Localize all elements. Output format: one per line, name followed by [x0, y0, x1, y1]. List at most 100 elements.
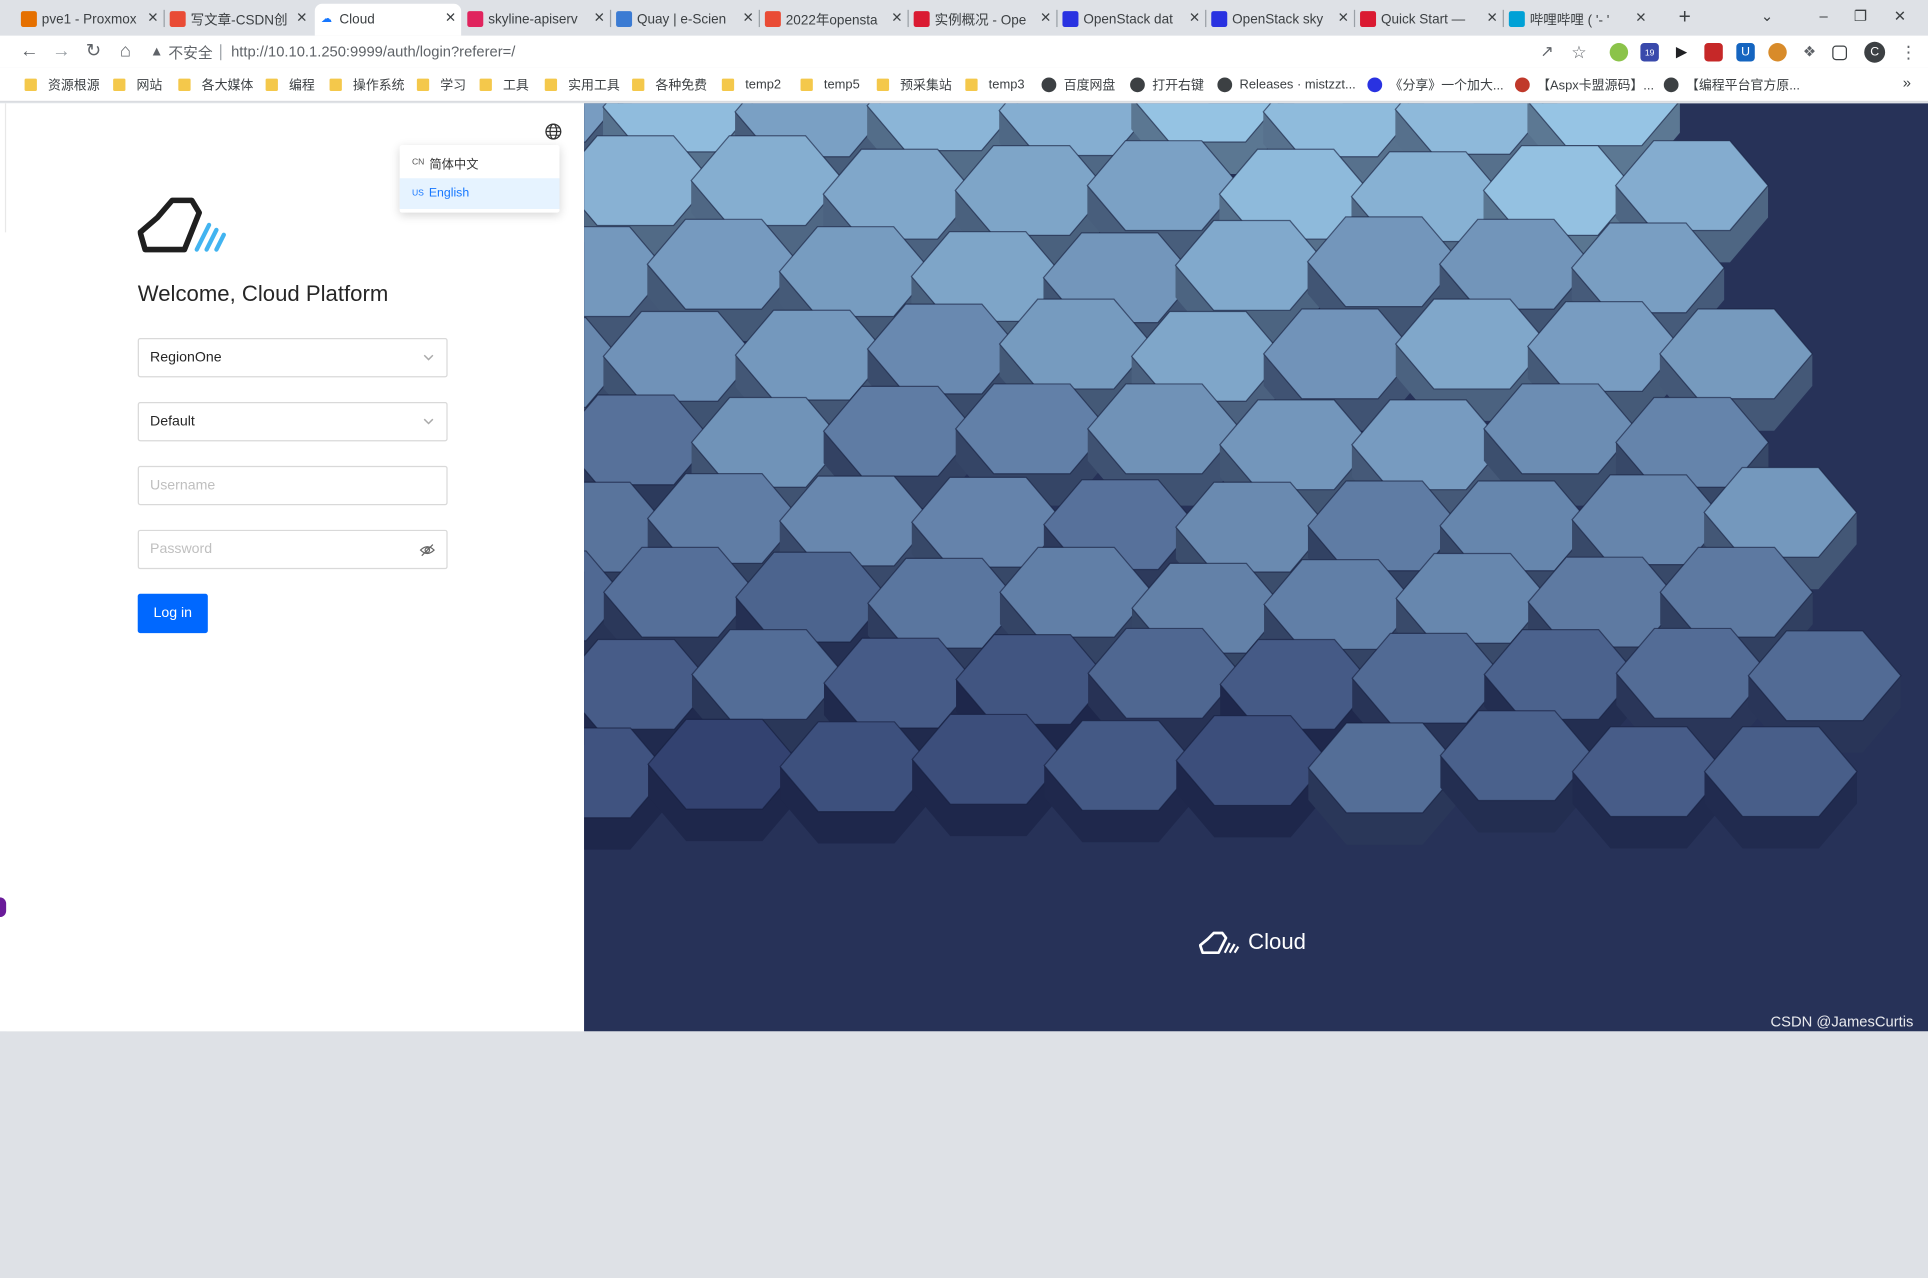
- bookmark-label: temp3: [988, 77, 1025, 93]
- tab-bar: pve1 - Proxmox ✕ 写文章-CSDN创 ✕ ☁ Cloud ✕ skyline-…: [0, 0, 1928, 36]
- bookmark-item[interactable]: 编程: [265, 75, 315, 95]
- bookmark-item[interactable]: temp5: [800, 75, 860, 95]
- tab-title: pve1 - Proxmox: [41, 12, 137, 28]
- close-tab-icon[interactable]: ✕: [1189, 11, 1200, 27]
- back-icon[interactable]: ←: [17, 39, 42, 64]
- bookmark-item[interactable]: 百度网盘: [1041, 75, 1115, 95]
- browser-tab[interactable]: OpenStack sky ✕: [1208, 4, 1354, 36]
- close-tab-icon[interactable]: ✕: [1486, 11, 1497, 27]
- bookmark-label: 工具: [502, 78, 529, 93]
- close-tab-icon[interactable]: ✕: [1635, 11, 1646, 27]
- domain-select[interactable]: Default: [137, 401, 448, 442]
- username-input[interactable]: Username: [137, 465, 448, 506]
- browser-tab[interactable]: 2022年opensta ✕: [761, 4, 907, 36]
- reload-icon[interactable]: ↻: [81, 39, 106, 64]
- bookmark-item[interactable]: 工具: [479, 75, 529, 95]
- folder-icon: [24, 78, 37, 91]
- close-window-icon[interactable]: ✕: [1881, 4, 1918, 29]
- tab-search-icon[interactable]: ⌄: [1749, 4, 1786, 29]
- browser-tab[interactable]: 哔哩哔哩 ( '- ' ✕: [1505, 4, 1651, 36]
- tab-separator: [609, 9, 612, 28]
- language-dropdown: CN 简体中文 US English: [399, 145, 560, 213]
- bookmark-item[interactable]: temp3: [965, 75, 1025, 95]
- browser-tab[interactable]: OpenStack dat ✕: [1059, 4, 1205, 36]
- language-globe-icon[interactable]: [545, 123, 562, 140]
- password-placeholder: Password: [150, 542, 213, 557]
- bookmark-label: 《分享》一个加大...: [1389, 78, 1504, 93]
- browser-tab[interactable]: 写文章-CSDN创 ✕: [166, 4, 312, 36]
- share-icon[interactable]: ↗: [1535, 39, 1560, 64]
- bookmark-item[interactable]: 学习: [416, 75, 466, 95]
- bookmark-item[interactable]: 打开右键: [1130, 75, 1204, 95]
- tab-title: Quay | e-Scien: [636, 12, 727, 28]
- tab-title: 写文章-CSDN创: [190, 13, 288, 29]
- new-tab-button[interactable]: +: [1672, 5, 1697, 30]
- bookmark-item[interactable]: 各大媒体: [178, 75, 253, 95]
- close-tab-icon[interactable]: ✕: [1040, 11, 1051, 27]
- bookmark-item[interactable]: 操作系统: [329, 75, 405, 95]
- tab-separator: [1502, 9, 1504, 28]
- minimize-icon[interactable]: –: [1805, 4, 1842, 29]
- profile-avatar[interactable]: C: [1864, 41, 1886, 63]
- close-tab-icon[interactable]: ✕: [296, 11, 307, 27]
- puzzle-icon[interactable]: ❖: [1800, 43, 1818, 61]
- sidepanel-icon[interactable]: [1832, 45, 1848, 61]
- folder-icon: [113, 78, 126, 91]
- baidu-icon: [1062, 11, 1079, 28]
- url-text[interactable]: http://10.10.1.250:9999/auth/login?refer…: [231, 43, 515, 60]
- folder-icon: [800, 78, 813, 91]
- bookmark-star-icon[interactable]: ☆: [1567, 39, 1592, 64]
- eye-invisible-icon[interactable]: [419, 542, 435, 558]
- play-icon[interactable]: ▶: [1672, 43, 1690, 61]
- close-tab-icon[interactable]: ✕: [147, 11, 158, 27]
- close-tab-icon[interactable]: ✕: [594, 11, 605, 27]
- insecure-label: 不安全: [168, 43, 213, 61]
- menu-icon[interactable]: ⋮: [1896, 39, 1921, 64]
- bookmark-item[interactable]: 实用工具: [544, 75, 620, 95]
- extension-badge-icon[interactable]: 19: [1640, 43, 1659, 62]
- bookmark-item[interactable]: 《分享》一个加大...: [1367, 75, 1504, 95]
- browser-tab[interactable]: 实例概况 - Ope ✕: [910, 4, 1056, 36]
- bookmark-item[interactable]: 【编程平台官方原...: [1663, 75, 1800, 95]
- browser-tab[interactable]: pve1 - Proxmox ✕: [17, 4, 163, 36]
- folder-icon: [632, 78, 645, 91]
- home-icon[interactable]: ⌂: [113, 39, 138, 64]
- language-code: CN: [411, 158, 425, 168]
- close-tab-icon[interactable]: ✕: [445, 11, 456, 27]
- cookie-icon[interactable]: [1768, 43, 1787, 62]
- bookmark-item[interactable]: 各种免费: [632, 75, 707, 95]
- close-tab-icon[interactable]: ✕: [1338, 11, 1349, 27]
- tab-title: 2022年opensta: [785, 13, 878, 29]
- close-tab-icon[interactable]: ✕: [891, 11, 902, 27]
- restore-icon[interactable]: ❐: [1842, 4, 1879, 29]
- bookmark-item[interactable]: Releases · mistzzt...: [1217, 75, 1356, 95]
- cloud-logo-icon: [137, 197, 226, 253]
- bookmarks-overflow-icon[interactable]: »: [1903, 74, 1911, 91]
- tab-separator: [1205, 9, 1207, 28]
- browser-tab[interactable]: skyline-apiserv ✕: [464, 4, 610, 36]
- login-button[interactable]: Log in: [137, 593, 208, 634]
- bookmark-item[interactable]: temp2: [721, 75, 781, 95]
- password-input[interactable]: Password: [137, 529, 448, 570]
- address-bar[interactable]: ▲ 不安全 http://10.10.1.250:9999/auth/login…: [150, 38, 1601, 65]
- extension-icon[interactable]: [1609, 43, 1629, 62]
- browser-tab[interactable]: Quick Start — ✕: [1356, 4, 1502, 36]
- browser-tab[interactable]: ☁ Cloud ✕: [314, 3, 462, 36]
- divider: [220, 43, 222, 60]
- forward-icon[interactable]: →: [49, 39, 74, 64]
- bitwarden-icon[interactable]: U: [1736, 43, 1755, 62]
- bookmark-item[interactable]: 网站: [113, 75, 162, 95]
- language-option-us[interactable]: US English: [399, 178, 560, 209]
- bookmark-label: temp5: [823, 77, 860, 93]
- folder-icon: [544, 78, 558, 91]
- close-tab-icon[interactable]: ✕: [742, 11, 753, 27]
- shield-icon[interactable]: [1704, 43, 1723, 62]
- hero-brand-name: Cloud: [1248, 929, 1306, 954]
- language-option-cn[interactable]: CN 简体中文: [400, 148, 560, 179]
- bookmark-item[interactable]: 【Aspx卡盟源码】...: [1514, 75, 1654, 95]
- browser-tab[interactable]: Quay | e-Scien ✕: [612, 4, 758, 36]
- bookmark-item[interactable]: 预采集站: [876, 75, 952, 95]
- welcome-title: Welcome, Cloud Platform: [137, 281, 389, 307]
- bookmark-item[interactable]: 资源根源: [24, 75, 100, 95]
- region-select[interactable]: RegionOne: [137, 338, 448, 378]
